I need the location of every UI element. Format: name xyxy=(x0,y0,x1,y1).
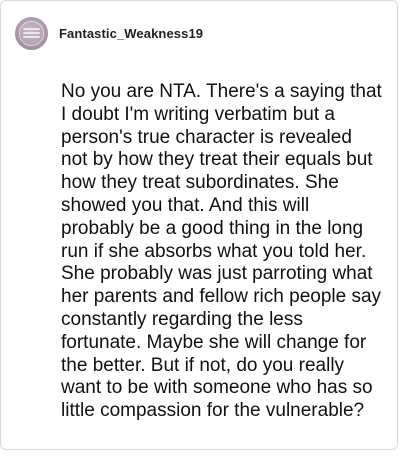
comment-text: No you are NTA. There's a saying that I … xyxy=(61,81,382,422)
comment-card: Fantastic_Weakness19 No you are NTA. The… xyxy=(0,0,398,450)
username[interactable]: Fantastic_Weakness19 xyxy=(59,26,203,41)
comment-header: Fantastic_Weakness19 xyxy=(15,15,203,51)
user-avatar-icon[interactable] xyxy=(15,16,48,50)
